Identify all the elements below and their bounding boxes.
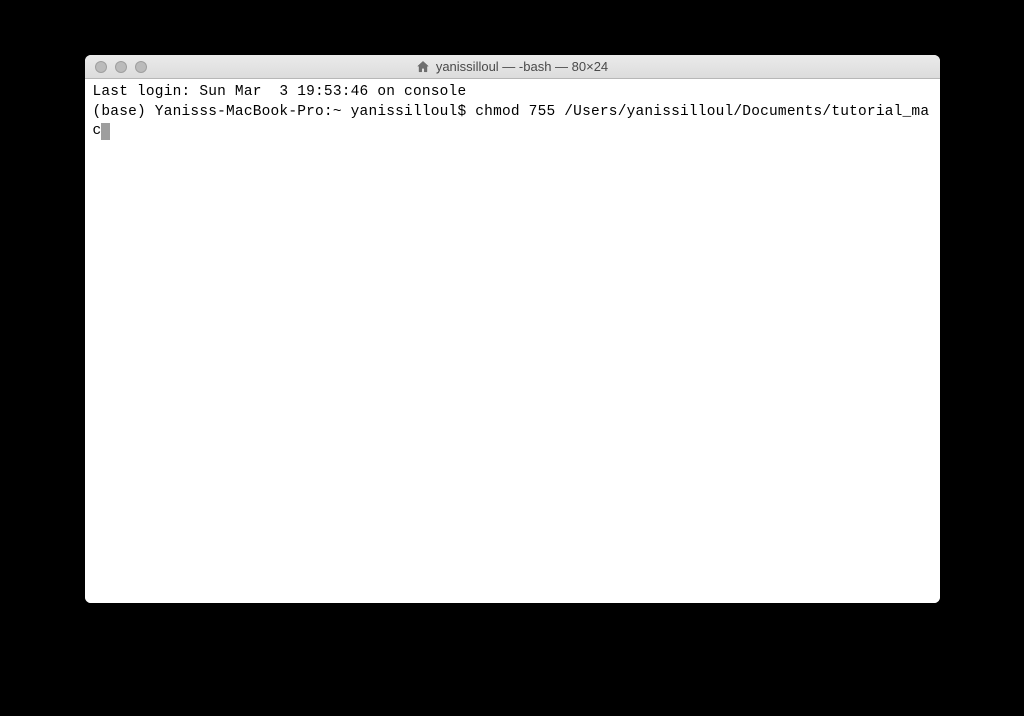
terminal-body[interactable]: Last login: Sun Mar 3 19:53:46 on consol… [85, 79, 940, 603]
window-title: yanissilloul — -bash — 80×24 [436, 59, 608, 74]
window-title-wrap: yanissilloul — -bash — 80×24 [85, 59, 940, 74]
maximize-button[interactable] [135, 61, 147, 73]
terminal-output-line: Last login: Sun Mar 3 19:53:46 on consol… [93, 83, 932, 103]
home-icon [416, 60, 430, 74]
terminal-window: yanissilloul — -bash — 80×24 Last login:… [85, 55, 940, 603]
minimize-button[interactable] [115, 61, 127, 73]
terminal-cursor [101, 123, 110, 140]
close-button[interactable] [95, 61, 107, 73]
traffic-lights [85, 61, 147, 73]
window-titlebar[interactable]: yanissilloul — -bash — 80×24 [85, 55, 940, 79]
terminal-prompt: (base) Yanisss-MacBook-Pro:~ yanissillou… [93, 104, 476, 120]
